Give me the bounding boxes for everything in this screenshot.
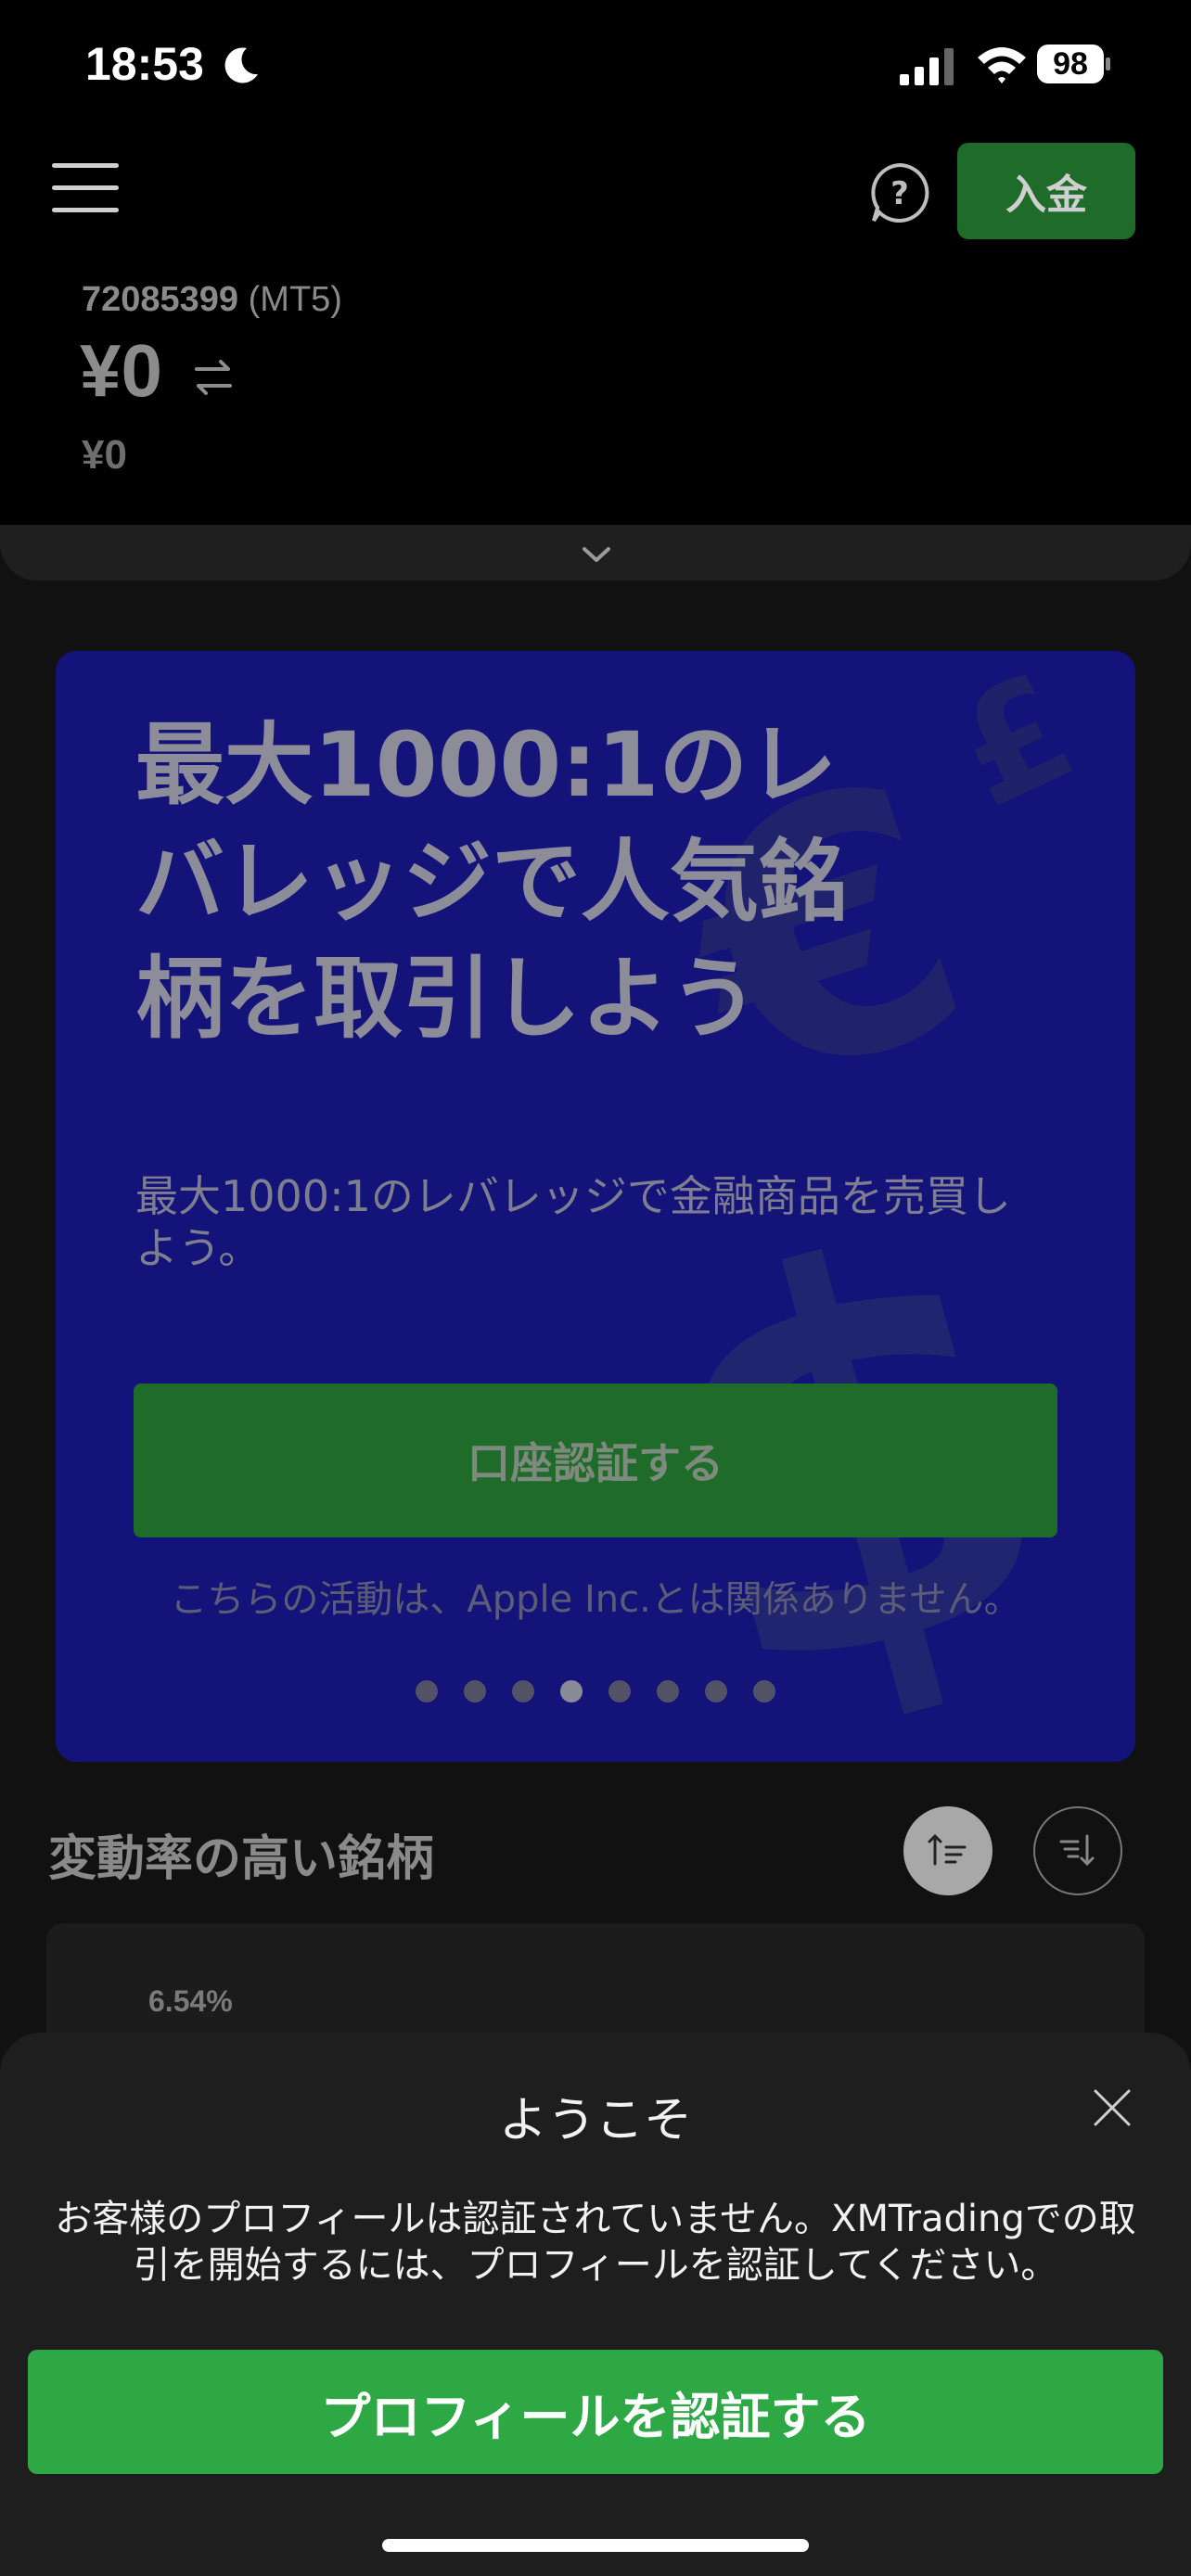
promo-title: 最大1000:1のレバレッジで人気銘柄を取引しよう [135, 713, 848, 1051]
home-indicator[interactable] [382, 2539, 809, 2552]
carousel-indicator[interactable] [56, 1680, 1135, 1706]
sort-descending-icon [1059, 1834, 1095, 1867]
promo-subtitle: 最大1000:1のレバレッジで金融商品を売買しよう。 [135, 1171, 1011, 1273]
instrument-change-percent: 6.54% [148, 1984, 233, 2018]
deposit-button[interactable]: 入金 [957, 143, 1135, 239]
status-bar: 18:53 98 [0, 0, 1191, 139]
menu-icon[interactable] [52, 163, 124, 217]
signal-icon [900, 48, 954, 85]
account-info[interactable]: 72085399 (MT5) [82, 280, 342, 320]
sort-descending-button[interactable] [1033, 1806, 1122, 1895]
status-time: 18:53 [85, 38, 204, 90]
moon-icon [224, 47, 258, 83]
close-icon[interactable] [1093, 2088, 1132, 2127]
sort-ascending-button[interactable] [903, 1806, 992, 1895]
battery-level: 98 [1037, 45, 1104, 83]
carousel-dot[interactable] [512, 1680, 534, 1702]
carousel-dot[interactable] [753, 1680, 775, 1702]
account-number: 72085399 [82, 280, 239, 319]
carousel-dot[interactable] [560, 1680, 583, 1702]
verify-profile-button[interactable]: プロフィールを認証する [28, 2350, 1163, 2474]
carousel-dot[interactable] [416, 1680, 438, 1702]
swap-icon[interactable] [191, 352, 236, 402]
account-balance: ¥0 [80, 329, 162, 412]
sheet-message: お客様のプロフィールは認証されていません。XMTradingでの取引を開始するに… [55, 2198, 1136, 2287]
carousel-dot[interactable] [705, 1680, 727, 1702]
account-type: (MT5) [248, 280, 342, 319]
battery-icon: 98 [1037, 45, 1111, 85]
svg-text:£: £ [931, 651, 1098, 841]
chevron-down-icon[interactable] [581, 543, 612, 566]
help-icon[interactable]: ? [868, 161, 931, 224]
carousel-dot[interactable] [657, 1680, 679, 1702]
carousel-dot[interactable] [608, 1680, 631, 1702]
wifi-icon [978, 47, 1026, 83]
carousel-dot[interactable] [464, 1680, 486, 1702]
promo-banner[interactable]: £ € $ 最大1000:1のレバレッジで人気銘柄を取引しよう 最大1000:1… [56, 651, 1135, 1762]
sheet-title: ようこそ [498, 2093, 692, 2149]
account-equity: ¥0 [82, 432, 127, 478]
svg-text:?: ? [890, 175, 909, 212]
promo-disclaimer: こちらの活動は、Apple Inc.とは関係ありません。 [170, 1578, 1021, 1621]
verify-account-button[interactable]: 口座認証する [134, 1384, 1057, 1537]
sort-ascending-icon [928, 1833, 967, 1866]
volatile-section-title: 変動率の高い銘柄 [48, 1831, 435, 1887]
